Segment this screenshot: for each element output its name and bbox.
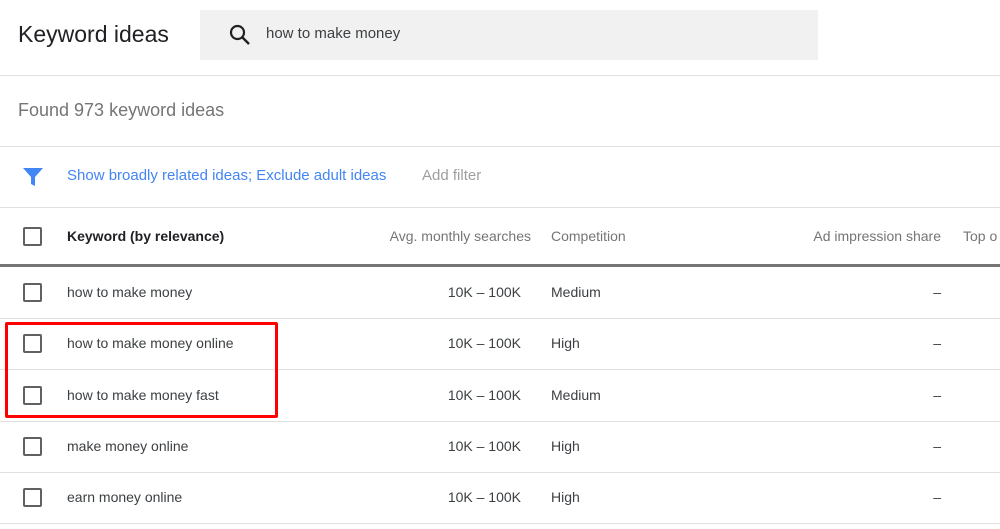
- table-row[interactable]: make money online 10K – 100K High –: [0, 421, 1000, 473]
- table-row[interactable]: how to make money 10K – 100K Medium –: [0, 267, 1000, 319]
- page-title: Keyword ideas: [18, 21, 169, 47]
- results-count: Found 973 keyword ideas: [18, 100, 225, 120]
- searches-cell: 10K – 100K: [447, 335, 521, 352]
- search-bar[interactable]: [200, 10, 818, 60]
- competition-cell: Medium: [551, 386, 601, 403]
- ad-impression-share-cell: –: [933, 489, 941, 506]
- ad-impression-share-cell: –: [933, 335, 941, 352]
- ad-impression-share-cell: –: [933, 386, 941, 403]
- searches-cell: 10K – 100K: [447, 489, 521, 506]
- column-competition[interactable]: Competition: [551, 228, 626, 244]
- add-filter-button[interactable]: Add filter: [422, 167, 481, 184]
- applied-filters-link[interactable]: Show broadly related ideas; Exclude adul…: [67, 167, 386, 184]
- competition-cell: Medium: [551, 284, 601, 300]
- header: Keyword ideas: [0, 0, 1000, 76]
- keyword-cell: how to make money: [67, 284, 193, 300]
- column-top-of-page[interactable]: Top o: [963, 228, 997, 244]
- searches-cell: 10K – 100K: [447, 284, 521, 300]
- searches-cell: 10K – 100K: [447, 386, 521, 403]
- ad-impression-share-cell: –: [933, 284, 941, 300]
- row-checkbox[interactable]: [23, 436, 42, 456]
- divider: [0, 146, 1000, 147]
- competition-cell: High: [551, 335, 580, 352]
- column-searches[interactable]: Avg. monthly searches: [390, 228, 531, 244]
- searches-cell: 10K – 100K: [447, 437, 521, 454]
- search-input[interactable]: [264, 24, 768, 43]
- row-checkbox[interactable]: [23, 283, 42, 302]
- competition-cell: High: [551, 489, 580, 506]
- highlight-box: [5, 322, 278, 418]
- filter-icon[interactable]: [22, 166, 44, 188]
- keyword-cell: make money online: [67, 437, 189, 454]
- competition-cell: High: [551, 437, 580, 454]
- row-checkbox[interactable]: [23, 488, 42, 508]
- keyword-cell: earn money online: [67, 489, 183, 506]
- select-all-checkbox[interactable]: [23, 227, 42, 246]
- column-ad-impression-share[interactable]: Ad impression share: [813, 228, 941, 244]
- table-row[interactable]: earn money online 10K – 100K High –: [0, 472, 1000, 525]
- divider: [0, 207, 1000, 208]
- search-icon: [229, 24, 250, 45]
- column-keyword[interactable]: Keyword (by relevance): [67, 228, 224, 244]
- ad-impression-share-cell: –: [933, 437, 941, 454]
